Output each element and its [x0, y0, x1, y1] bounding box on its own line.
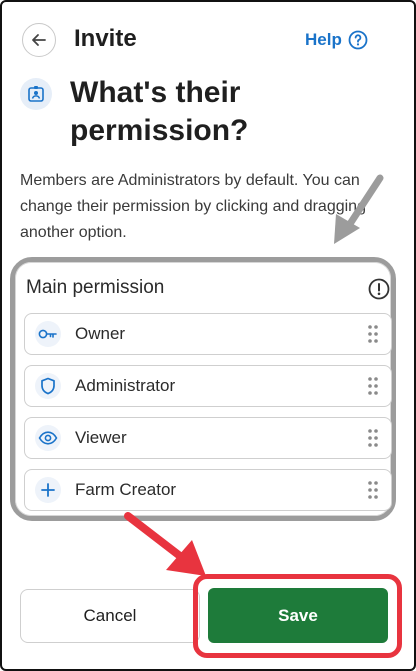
- drag-handle-icon[interactable]: [367, 376, 379, 396]
- permission-item-farm-creator[interactable]: Farm Creator: [24, 469, 392, 511]
- eye-icon: [35, 425, 61, 451]
- page-description: Members are Administrators by default. Y…: [20, 172, 366, 241]
- save-button[interactable]: Save: [208, 588, 388, 643]
- plus-icon: [35, 477, 61, 503]
- help-circle-icon: [348, 30, 368, 50]
- permission-label: Administrator: [75, 376, 176, 395]
- cancel-button[interactable]: Cancel: [20, 589, 200, 643]
- permission-item-viewer[interactable]: Viewer: [24, 417, 392, 459]
- permission-label: Owner: [75, 324, 126, 343]
- permission-item-owner[interactable]: Owner: [24, 313, 392, 355]
- header-title: Invite: [74, 25, 137, 52]
- permission-list: Owner Administrator Viewer Farm Creator: [24, 313, 392, 521]
- drag-handle-icon[interactable]: [367, 324, 379, 344]
- key-icon: [35, 321, 61, 347]
- id-badge-icon: [20, 78, 52, 110]
- help-link[interactable]: Help: [305, 30, 368, 50]
- back-arrow-icon: [32, 34, 46, 46]
- shield-icon: [35, 373, 61, 399]
- back-button[interactable]: [22, 23, 56, 57]
- permission-label: Viewer: [75, 428, 127, 447]
- permission-item-administrator[interactable]: Administrator: [24, 365, 392, 407]
- drag-handle-icon[interactable]: [367, 480, 379, 500]
- page-title: What's their permission?: [70, 76, 249, 147]
- permission-group: Main permission Owner Administrator View…: [15, 262, 392, 516]
- help-label: Help: [305, 30, 342, 49]
- drag-handle-icon[interactable]: [367, 428, 379, 448]
- info-icon[interactable]: [368, 278, 390, 300]
- permission-group-highlight: Main permission Owner Administrator View…: [10, 257, 396, 521]
- permission-label: Farm Creator: [75, 480, 177, 499]
- permission-group-label: Main permission: [26, 277, 165, 298]
